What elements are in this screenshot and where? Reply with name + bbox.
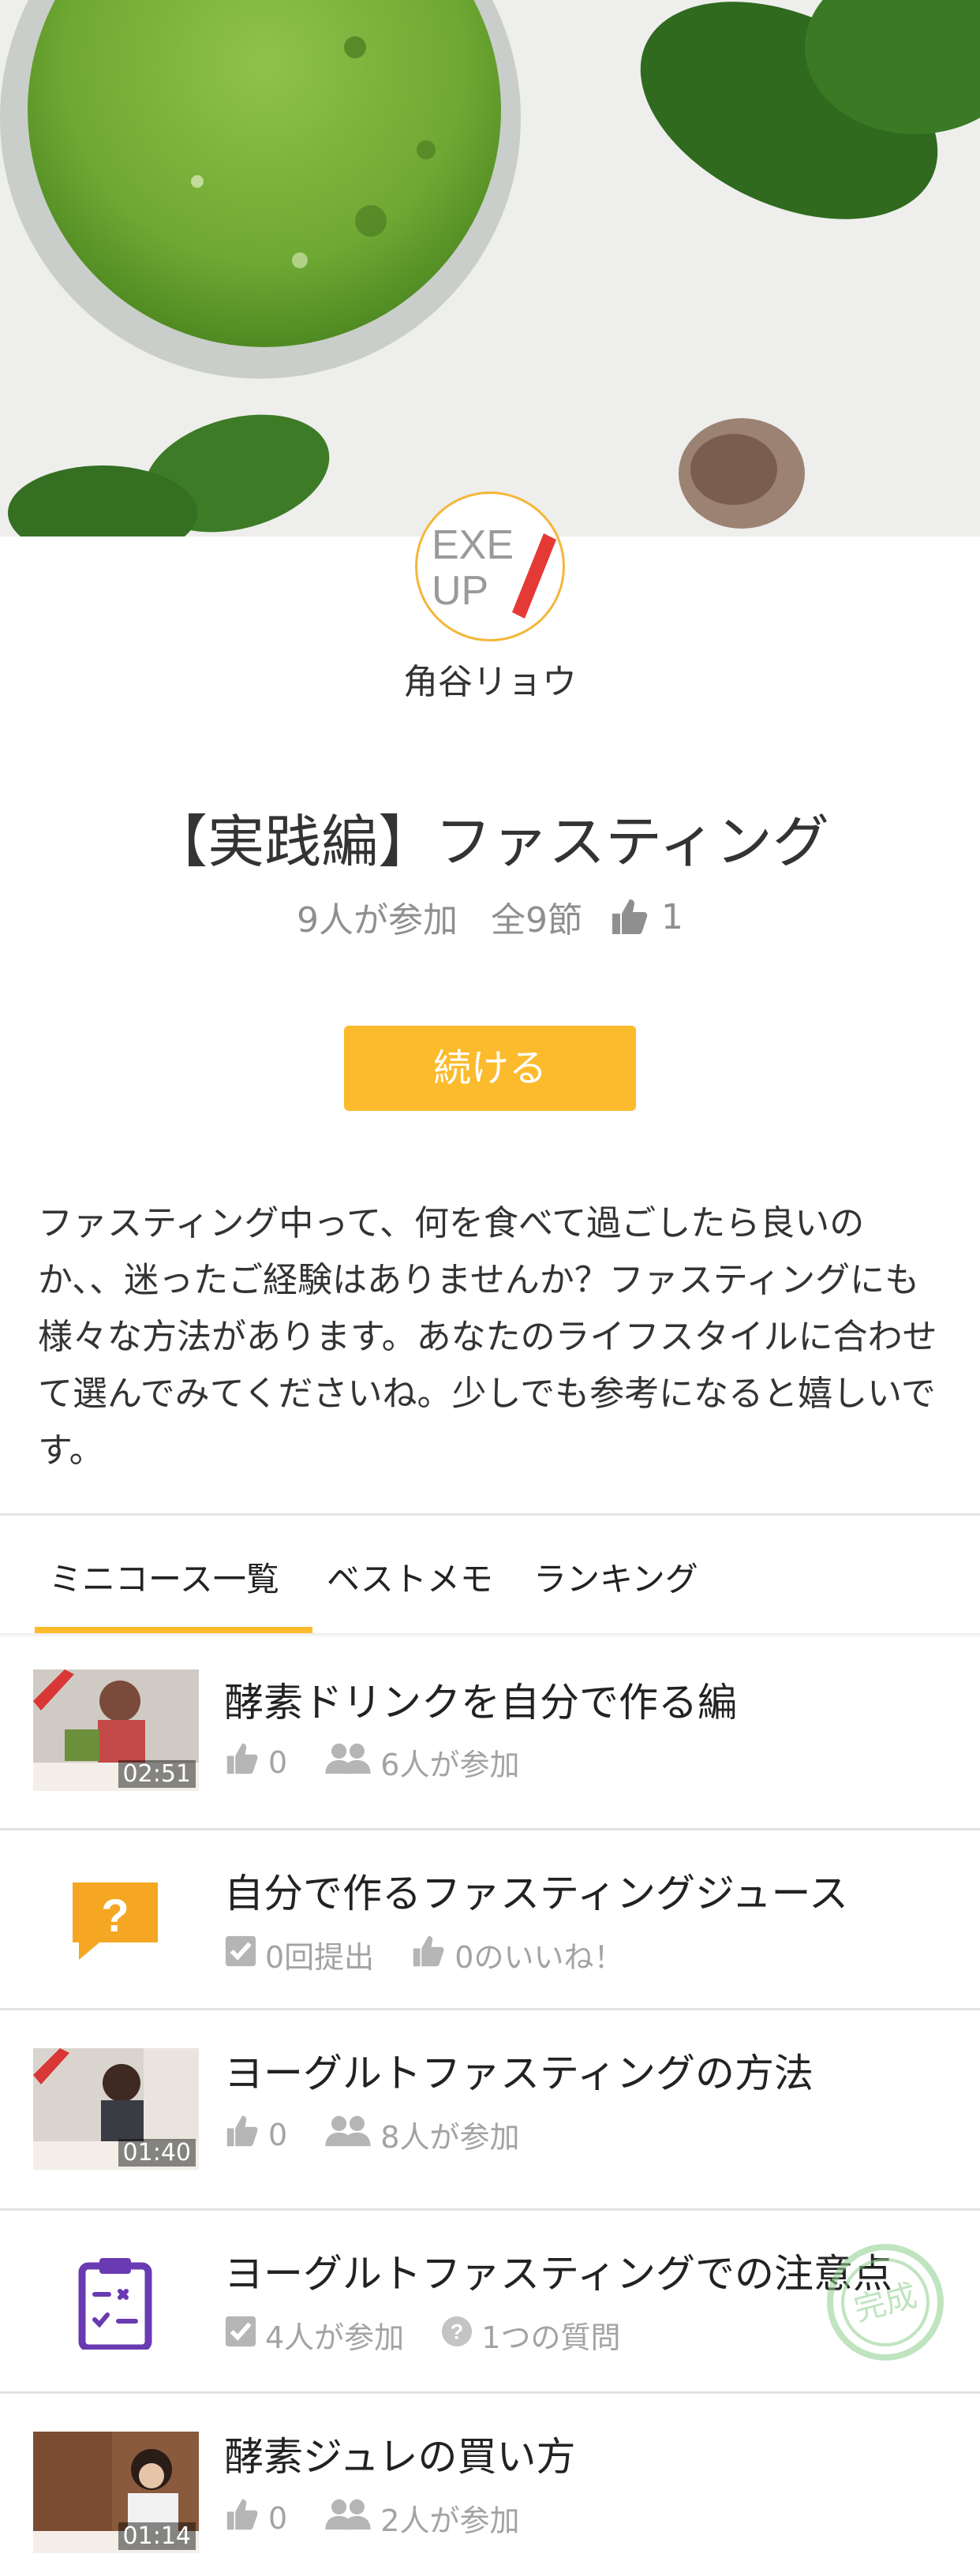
svg-text:完成: 完成 [851,2277,921,2328]
item-title[interactable]: 自分で作るファスティングジュース [224,1862,848,1919]
video-duration: 02:51 [118,1760,196,1788]
item-stats: 4人が参加 ? 1つの質問 [224,2313,647,2357]
tab-best-memo[interactable]: ベストメモ [327,1553,493,1601]
hero-image [0,0,980,537]
checkbox-icon [224,1935,257,1975]
likes-text: 0のいいね！ [454,1940,624,1975]
item-title[interactable]: 酵素ドリンクを自分で作る編 [224,1671,737,1728]
item-title[interactable]: ヨーグルトファスティングでの注意点 [224,2242,892,2299]
question-circle-icon: ? [440,2315,473,2355]
users-icon [324,2498,372,2538]
questions-count: 1つの質問 [481,2320,621,2355]
likes-count: 0 [268,1744,288,1780]
item-stats: 0 6人が参加 [224,1740,546,1784]
item-stats: 0 2人が参加 [224,2496,546,2540]
checkbox-icon [224,2315,257,2355]
course-description: ファスティング中って、何を食べて過ごしたら良いのか、、迷ったご経験はありませんか… [38,1203,937,1471]
item-stats: 0回提出 0のいいね！ [224,1933,650,1976]
logo-slash-mark [512,533,556,619]
logo-text-up: UP [432,568,488,614]
course-title: 【実践編】ファスティング [151,809,829,875]
participants-count: 9人が参加 [297,900,458,940]
users-icon [324,1742,372,1782]
tab-ranking[interactable]: ランキング [533,1553,698,1601]
video-thumbnail[interactable]: 02:51 [33,1669,199,1791]
thumbs-up-icon [224,2498,260,2538]
question-icon: ? [68,1875,163,1969]
likes-count: 0 [268,2117,288,2152]
author-avatar[interactable]: EXE UP [415,492,565,641]
item-title[interactable]: 酵素ジュレの買い方 [224,2425,576,2482]
divider [0,1513,980,1516]
sections-count: 全9節 [491,900,582,940]
clipboard-checklist-icon [68,2255,163,2352]
course-page: EXE UP 角谷リョウ 【実践編】ファスティング 9人が参加 全9節 1 続け… [0,0,980,2576]
list-item[interactable]: 01:14 酵素ジュレの買い方 0 2人が参加 [0,2394,980,2576]
tab-mini-course-list[interactable]: ミニコース一覧 [49,1553,279,1601]
likes-count: 1 [661,896,683,937]
users-icon [324,2114,372,2155]
svg-text:?: ? [101,1890,129,1942]
continue-button[interactable]: 続ける [344,1026,636,1111]
course-meta: 9人が参加 全9節 1 [0,892,980,942]
participants-count: 2人が参加 [380,2503,520,2538]
list-item[interactable]: 02:51 酵素ドリンクを自分で作る編 0 6人が参加 [0,1638,980,1830]
list-item[interactable]: ? 自分で作るファスティングジュース 0回提出 0のいいね！ [0,1830,980,2010]
list-item[interactable]: 01:40 ヨーグルトファスティングの方法 0 8人が参加 [0,2010,980,2211]
thumbs-up-icon [224,2114,260,2155]
completed-stamp-icon: 完成 [824,2241,947,2364]
likes-count: 0 [268,2500,288,2536]
svg-text:?: ? [451,2320,463,2344]
logo-text-exe: EXE [432,522,514,568]
participants-count: 8人が参加 [380,2120,520,2155]
participants-count: 6人が参加 [380,1748,520,1782]
video-duration: 01:40 [118,2139,196,2167]
tab-bar: ミニコース一覧 ベストメモ ランキング [0,1538,980,1633]
participants-count: 4人が参加 [265,2320,405,2355]
author-name[interactable]: 角谷リョウ [0,653,980,704]
thumbs-up-icon [410,1935,447,1975]
submission-count: 0回提出 [265,1940,375,1975]
video-thumbnail[interactable]: 01:40 [33,2048,199,2170]
item-title[interactable]: ヨーグルトファスティングの方法 [224,2042,814,2099]
thumbs-up-icon [224,1742,260,1782]
video-thumbnail[interactable]: 01:14 [33,2432,199,2553]
active-tab-indicator [35,1627,312,1633]
item-stats: 0 8人が参加 [224,2113,546,2156]
video-duration: 01:14 [118,2522,196,2550]
thumbs-up-icon[interactable] [609,898,650,936]
